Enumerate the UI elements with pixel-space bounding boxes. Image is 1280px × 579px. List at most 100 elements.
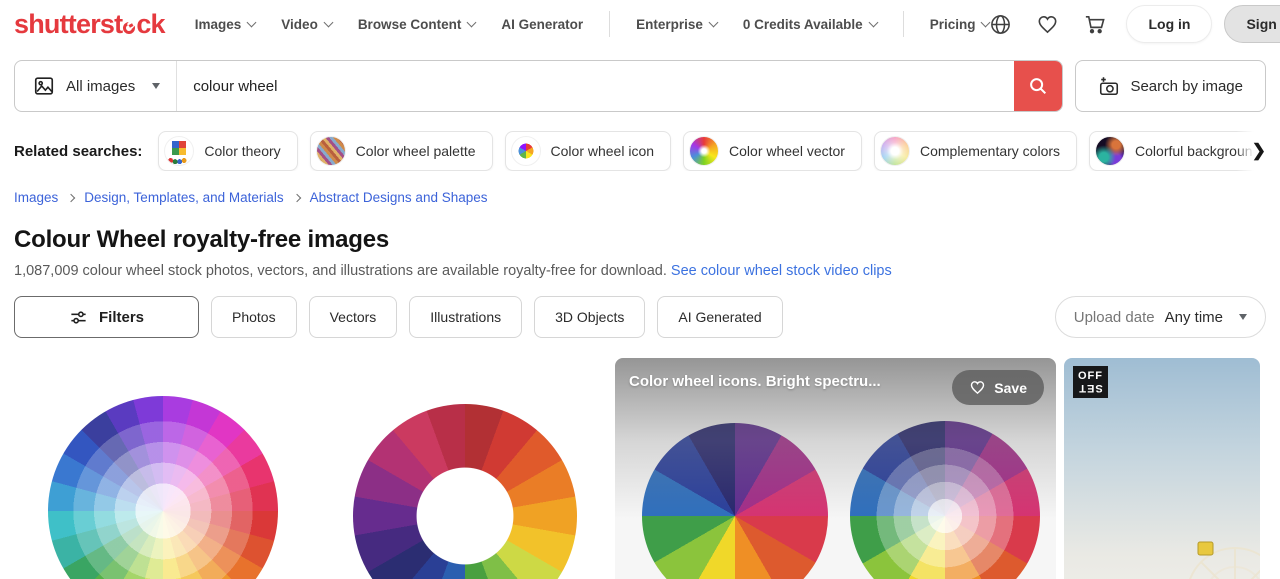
breadcrumb-images[interactable]: Images: [14, 190, 58, 205]
chip-thumbnail: [1095, 136, 1126, 166]
nav-item-enterprise[interactable]: Enterprise: [636, 16, 719, 32]
breadcrumb-abstract-designs[interactable]: Abstract Designs and Shapes: [310, 190, 488, 205]
nav-menu: Images Video Browse Content AI Generator…: [194, 11, 991, 37]
related-chip-color-wheel-vector[interactable]: Color wheel vector: [683, 131, 862, 171]
upload-date-label: Upload date: [1073, 308, 1155, 326]
nav-icon-group: [989, 13, 1106, 36]
color-wheel-donut-image: [353, 404, 577, 579]
chip-label: Color wheel vector: [729, 143, 845, 159]
save-button-label: Save: [994, 379, 1027, 396]
chevron-down-icon: [868, 17, 879, 27]
save-button[interactable]: Save: [952, 370, 1044, 405]
chevron-down-icon: [466, 17, 477, 27]
nav-item-ai-generator[interactable]: AI Generator: [501, 17, 583, 32]
signup-button[interactable]: Sign up: [1224, 5, 1280, 43]
search-scope-label: All images: [66, 77, 136, 95]
nav-item-browse-content[interactable]: Browse Content: [358, 17, 477, 32]
filter-chip-photos[interactable]: Photos: [211, 296, 297, 338]
chip-thumbnail: [879, 136, 910, 166]
caret-down-icon: [152, 83, 161, 89]
nav-item-images[interactable]: Images: [194, 16, 257, 32]
heart-icon[interactable]: [1036, 13, 1059, 36]
filter-chip-ai-generated[interactable]: AI Generated: [657, 296, 783, 338]
chevron-down-icon: [246, 17, 257, 27]
results-summary: 1,087,009 colour wheel stock photos, vec…: [14, 263, 1266, 279]
filter-chip-3d-objects[interactable]: 3D Objects: [534, 296, 646, 338]
shutterstock-logo[interactable]: shutterst ck: [14, 8, 166, 40]
chip-label: Color theory: [204, 143, 281, 159]
filter-bar: Filters Photos Vectors Illustrations 3D …: [14, 296, 1266, 338]
related-searches-label: Related searches:: [14, 142, 143, 160]
filters-button[interactable]: Filters: [14, 296, 199, 338]
nav-item-label: Video: [281, 16, 318, 32]
chip-thumbnail: [315, 136, 346, 166]
nav-item-pricing[interactable]: Pricing: [929, 16, 991, 32]
color-wheel-image: [48, 396, 278, 579]
search-by-image-button[interactable]: Search by image: [1075, 60, 1266, 112]
nav-item-credits[interactable]: 0 Credits Available: [742, 16, 879, 32]
login-button[interactable]: Log in: [1126, 5, 1213, 43]
nav-item-label: Images: [194, 16, 242, 32]
search-row: All images Search by image: [14, 60, 1266, 112]
globe-icon[interactable]: [989, 13, 1012, 36]
nav-item-label: Pricing: [929, 16, 976, 32]
auth-buttons: Log in Sign up: [1126, 5, 1280, 43]
offset-badge-bottom: SET: [1078, 382, 1103, 395]
search-input[interactable]: [177, 61, 1015, 111]
related-chip-color-wheel-icon[interactable]: Color wheel icon: [504, 131, 672, 171]
filter-chip-vectors[interactable]: Vectors: [308, 296, 398, 338]
chevron-down-icon: [708, 17, 719, 27]
sliders-icon: [71, 310, 86, 324]
nav-item-label: 0 Credits Available: [742, 16, 863, 32]
result-image-color-wheel-donut[interactable]: [303, 358, 607, 579]
shutterstock-search-page: shutterst ck Images Video Browse Content …: [0, 0, 1280, 579]
upload-date-dropdown[interactable]: Upload date Any time: [1054, 296, 1266, 338]
search-results-grid: Color wheel icons. Bright spectru... Sav…: [14, 358, 1266, 579]
search-scope-selector[interactable]: All images: [15, 61, 178, 111]
page-title: Colour Wheel royalty-free images: [14, 226, 390, 253]
chip-label: Complementary colors: [919, 143, 1061, 159]
chip-thumbnail: [510, 136, 541, 166]
chip-thumbnail: [164, 136, 195, 166]
nav-item-label: Enterprise: [636, 16, 703, 32]
nav-item-video[interactable]: Video: [281, 16, 334, 32]
logo-text-right: ck: [136, 8, 165, 39]
related-chip-complementary-colors[interactable]: Complementary colors: [873, 131, 1078, 171]
logo-text-left: shutterst: [14, 8, 123, 39]
related-chip-color-wheel-palette[interactable]: Color wheel palette: [309, 131, 493, 171]
chevron-right-icon: [67, 193, 76, 203]
search-icon: [1030, 78, 1047, 95]
result-image-ferris-wheel-offset[interactable]: OFF SET: [1064, 358, 1260, 579]
search-button[interactable]: [1014, 61, 1063, 111]
all-images-icon: [34, 77, 54, 95]
nav-divider: [609, 11, 611, 37]
offset-collection-badge: OFF SET: [1073, 366, 1108, 399]
chevron-right-icon: [292, 193, 301, 203]
top-navigation: shutterst ck Images Video Browse Content …: [0, 0, 1280, 48]
breadcrumb: Images Design, Templates, and Materials …: [14, 190, 1266, 205]
breadcrumb-design-templates[interactable]: Design, Templates, and Materials: [84, 190, 283, 205]
nav-divider: [902, 11, 904, 37]
ferris-wheel-image: [1189, 541, 1260, 579]
related-scroll-next-button[interactable]: ❯: [1236, 131, 1280, 171]
cart-icon[interactable]: [1083, 13, 1106, 36]
chevron-right-icon: ❯: [1251, 141, 1266, 160]
chip-label: Color wheel icon: [550, 143, 655, 159]
caret-down-icon: [1239, 314, 1247, 320]
related-chip-color-theory[interactable]: Color theory: [158, 131, 298, 171]
upload-date-value: Any time: [1164, 308, 1223, 326]
filter-chip-illustrations[interactable]: Illustrations: [409, 296, 523, 338]
chip-label: Color wheel palette: [355, 143, 476, 159]
chevron-down-icon: [323, 17, 334, 27]
search-box: All images: [14, 60, 1064, 112]
chip-thumbnail: [689, 136, 720, 166]
hover-image-title: Color wheel icons. Bright spectru...: [629, 373, 881, 390]
nav-item-label: AI Generator: [501, 16, 584, 32]
shutter-o-icon: [123, 21, 136, 34]
result-image-color-wheel-rings[interactable]: [14, 358, 295, 579]
search-by-image-label: Search by image: [1130, 77, 1243, 95]
related-searches-row: Related searches: Color theory Color whe…: [14, 131, 1280, 171]
filters-button-label: Filters: [98, 308, 144, 326]
video-clips-link[interactable]: See colour wheel stock video clips: [671, 263, 892, 279]
result-image-color-wheel-icons-hovered[interactable]: Color wheel icons. Bright spectru... Sav…: [615, 358, 1056, 579]
